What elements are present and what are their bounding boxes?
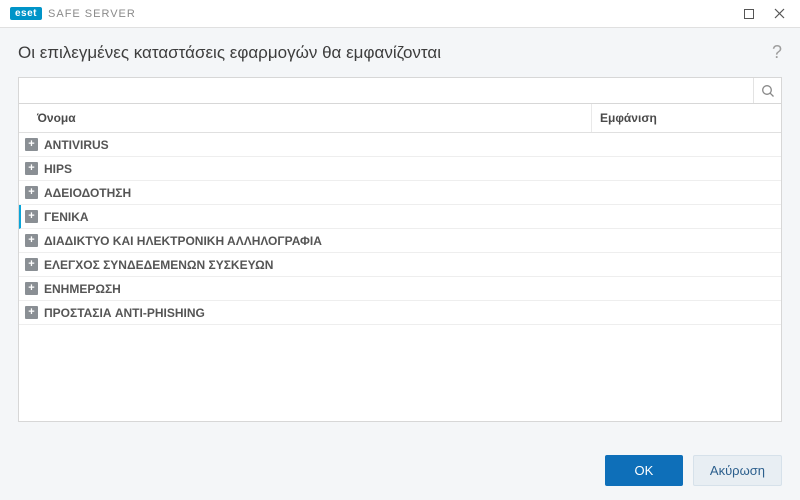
category-row[interactable]: + ΑΔΕΙΟΔΟΤΗΣΗ: [19, 181, 781, 205]
search-icon: [761, 84, 775, 98]
category-label: ΑΔΕΙΟΔΟΤΗΣΗ: [44, 182, 591, 204]
panel: Όνομα Εμφάνιση + ANTIVIRUS + HIPS + ΑΔΕΙΟΔΟΤΗ…: [0, 71, 800, 443]
expand-icon[interactable]: +: [25, 162, 38, 175]
column-header-name[interactable]: Όνομα: [19, 104, 591, 132]
category-label: ΕΛΕΓΧΟΣ ΣΥΝΔΕΔΕΜΕΝΩΝ ΣΥΣΚΕΥΩΝ: [44, 254, 591, 276]
expand-icon[interactable]: +: [25, 306, 38, 319]
category-label: HIPS: [44, 158, 591, 180]
square-icon: [744, 9, 754, 19]
expand-icon[interactable]: +: [25, 186, 38, 199]
page-title: Οι επιλεγμένες καταστάσεις εφαρμογών θα …: [18, 43, 772, 63]
expand-icon[interactable]: +: [25, 282, 38, 295]
grid-body: + ANTIVIRUS + HIPS + ΑΔΕΙΟΔΟΤΗΣΗ + ΓΕΝΙΚΑ + ΔΙΑΔΙ…: [19, 133, 781, 421]
status-grid: Όνομα Εμφάνιση + ANTIVIRUS + HIPS + ΑΔΕΙΟΔΟΤΗ…: [18, 104, 782, 422]
grid-header: Όνομα Εμφάνιση: [19, 104, 781, 133]
category-row[interactable]: + ΕΝΗΜΕΡΩΣΗ: [19, 277, 781, 301]
category-row[interactable]: + ΓΕΝΙΚΑ: [19, 205, 781, 229]
column-header-show[interactable]: Εμφάνιση: [591, 104, 781, 132]
search-row: [18, 77, 782, 104]
ok-button[interactable]: OK: [605, 455, 683, 486]
expand-icon[interactable]: +: [25, 258, 38, 271]
content-area: Οι επιλεγμένες καταστάσεις εφαρμογών θα …: [0, 28, 800, 500]
search-button[interactable]: [753, 78, 781, 103]
brand: eset SAFE SERVER: [10, 7, 136, 20]
category-label: ΕΝΗΜΕΡΩΣΗ: [44, 278, 591, 300]
category-row[interactable]: + ΔΙΑΔΙΚΤΥΟ ΚΑΙ ΗΛΕΚΤΡΟΝΙΚΗ ΑΛΛΗΛΟΓΡΑΦΙΑ: [19, 229, 781, 253]
window-maximize-button[interactable]: [734, 4, 764, 24]
footer: OK Ακύρωση: [0, 443, 800, 500]
category-row[interactable]: + ΠΡΟΣΤΑΣΙΑ ANTI-PHISHING: [19, 301, 781, 325]
expand-icon[interactable]: +: [25, 210, 38, 223]
cancel-button[interactable]: Ακύρωση: [693, 455, 782, 486]
search-input[interactable]: [19, 78, 753, 103]
expand-icon[interactable]: +: [25, 138, 38, 151]
category-label: ΠΡΟΣΤΑΣΙΑ ANTI-PHISHING: [44, 302, 591, 324]
titlebar: eset SAFE SERVER: [0, 0, 800, 28]
question-icon: ?: [772, 42, 782, 62]
category-label: ANTIVIRUS: [44, 134, 591, 156]
category-row[interactable]: + ANTIVIRUS: [19, 133, 781, 157]
category-row[interactable]: + HIPS: [19, 157, 781, 181]
brand-product-name: SAFE SERVER: [48, 8, 136, 20]
category-row[interactable]: + ΕΛΕΓΧΟΣ ΣΥΝΔΕΔΕΜΕΝΩΝ ΣΥΣΚΕΥΩΝ: [19, 253, 781, 277]
category-label: ΓΕΝΙΚΑ: [44, 206, 591, 228]
category-label: ΔΙΑΔΙΚΤΥΟ ΚΑΙ ΗΛΕΚΤΡΟΝΙΚΗ ΑΛΛΗΛΟΓΡΑΦΙΑ: [44, 230, 591, 252]
close-icon: [774, 8, 785, 19]
window-close-button[interactable]: [764, 4, 794, 24]
brand-badge: eset: [10, 7, 42, 20]
expand-icon[interactable]: +: [25, 234, 38, 247]
header-row: Οι επιλεγμένες καταστάσεις εφαρμογών θα …: [0, 28, 800, 71]
help-button[interactable]: ?: [772, 42, 782, 63]
